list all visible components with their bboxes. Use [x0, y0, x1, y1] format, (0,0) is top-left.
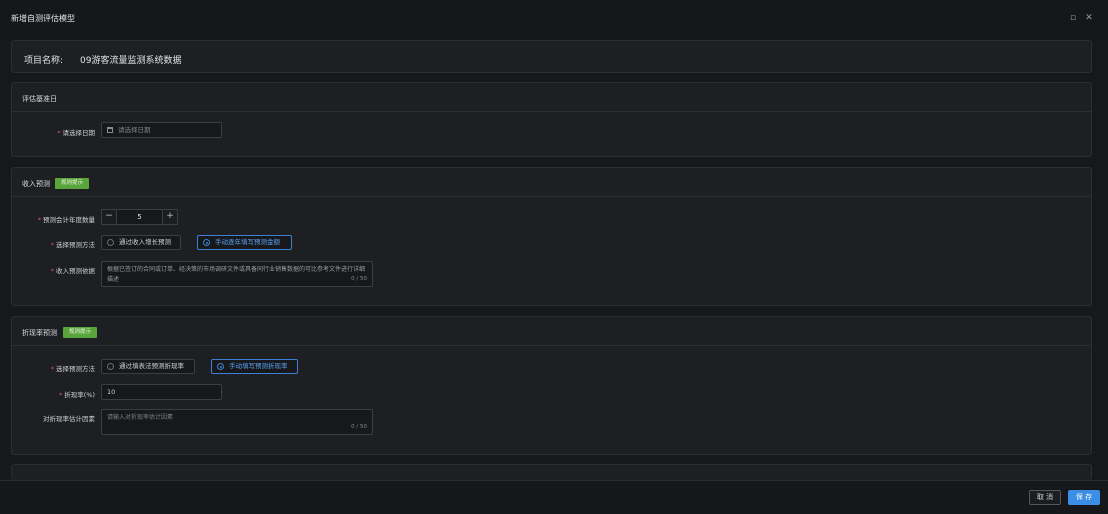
required-mark: * — [37, 216, 41, 224]
close-icon[interactable]: ✕ — [1084, 13, 1094, 23]
section-title: 收入预测 — [22, 180, 50, 188]
section-title: 评估基准日 — [22, 95, 57, 103]
revenue-forecast-card: 收入预测 规则提示 * 预测会计年度数量 − 5 + * 选择预测方法 通过收入增长… — [11, 167, 1092, 306]
method-option-label: 手动填写预测折现率 — [229, 362, 288, 370]
radio-icon — [107, 363, 114, 370]
rate-input[interactable]: 10 — [101, 384, 222, 400]
window-titlebar: 新增自测评估模型 ▫ ✕ — [0, 0, 1108, 36]
char-counter: 0 / 50 — [351, 276, 367, 282]
rule-hint-tag[interactable]: 规则提示 — [55, 178, 90, 189]
required-mark: * — [57, 129, 61, 137]
maximize-icon[interactable]: ▫ — [1068, 13, 1078, 23]
save-button[interactable]: 保 存 — [1068, 490, 1100, 505]
calendar-icon — [107, 127, 113, 133]
date-field-label: * 请选择日期 — [57, 129, 95, 137]
method-option-manual[interactable]: 手动逐年填写预测金额 — [197, 235, 292, 250]
factors-placeholder: 请输入对折现率估计因素 — [107, 414, 174, 421]
char-counter: 0 / 50 — [351, 424, 367, 430]
method-option-label: 通过收入增长预测 — [119, 238, 171, 246]
method-option-growth[interactable]: 通过收入增长预测 — [101, 235, 181, 250]
decrement-button[interactable]: − — [101, 209, 117, 225]
cancel-button[interactable]: 取 消 — [1029, 490, 1061, 505]
years-count-value[interactable]: 5 — [117, 209, 162, 225]
radio-icon — [107, 239, 114, 246]
valuation-date-card: 评估基准日 * 请选择日期 请选择日期 — [11, 82, 1092, 157]
method-option-table[interactable]: 通过填表法预测折现率 — [101, 359, 195, 374]
project-card: 项目名称: 09游客流量监测系统数据 — [11, 40, 1092, 73]
basis-textarea[interactable]: 根据已签订的合同或订单、经决策的市场调研文件或具备同行业销售数据的可比参考文件进… — [101, 261, 373, 287]
radio-selected-icon — [217, 363, 224, 370]
method-label: * 选择预测方法 — [50, 365, 95, 373]
rate-label: * 折现率(%) — [59, 391, 95, 399]
basis-placeholder: 根据已签订的合同或订单、经决策的市场调研文件或具备同行业销售数据的可比参考文件进… — [107, 266, 366, 283]
rule-hint-tag[interactable]: 规则提示 — [63, 327, 98, 338]
section-header: 评估基准日 — [12, 83, 1091, 112]
required-mark: * — [59, 391, 63, 399]
radio-selected-icon — [203, 239, 210, 246]
date-placeholder: 请选择日期 — [118, 126, 151, 134]
method-option-label: 手动逐年填写预测金额 — [215, 238, 280, 246]
required-mark: * — [50, 267, 54, 275]
years-count-label: * 预测会计年度数量 — [37, 216, 95, 224]
discount-rate-card: 折现率预测 规则提示 * 选择预测方法 通过填表法预测折现率 手动填写预测折现率 … — [11, 316, 1092, 455]
method-label: * 选择预测方法 — [50, 241, 95, 249]
window-title: 新增自测评估模型 — [11, 14, 75, 23]
method-option-manual[interactable]: 手动填写预测折现率 — [211, 359, 298, 374]
project-name: 09游客流量监测系统数据 — [80, 56, 182, 66]
factors-textarea[interactable]: 请输入对折现率估计因素 0 / 50 — [101, 409, 373, 435]
section-header: 折现率预测 规则提示 — [12, 317, 1091, 346]
required-mark: * — [50, 365, 54, 373]
years-count-stepper: − 5 + — [101, 209, 178, 225]
rate-value: 10 — [107, 388, 116, 396]
method-option-label: 通过填表法预测折现率 — [119, 362, 184, 370]
date-picker-input[interactable]: 请选择日期 — [101, 122, 222, 138]
factors-label: 对折现率估计因素 — [43, 415, 95, 423]
required-mark: * — [50, 241, 54, 249]
increment-button[interactable]: + — [162, 209, 178, 225]
dialog-footer: 取 消 保 存 — [0, 480, 1108, 514]
next-section-card — [11, 464, 1092, 480]
section-header: 收入预测 规则提示 — [12, 168, 1091, 197]
section-title: 折现率预测 — [22, 329, 57, 337]
project-name-label: 项目名称: — [24, 56, 64, 66]
basis-label: * 收入预测依据 — [50, 267, 95, 275]
